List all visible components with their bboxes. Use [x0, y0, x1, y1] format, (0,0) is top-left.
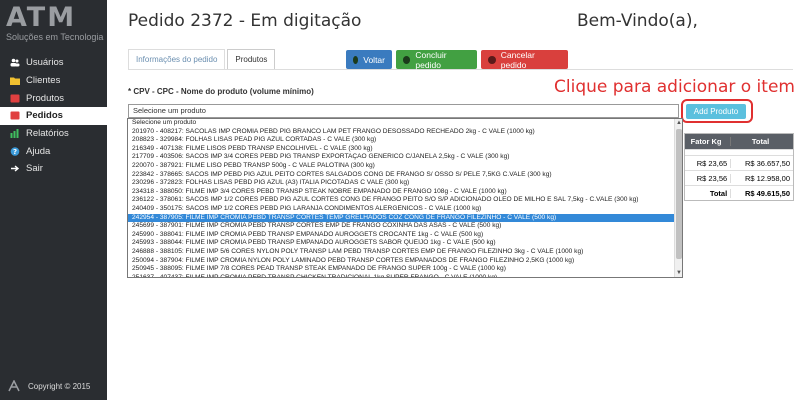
logout-icon	[10, 164, 20, 173]
sidebar-item-pedidos[interactable]: Pedidos	[0, 107, 107, 125]
copyright-text: Copyright © 2015	[28, 381, 91, 391]
dropdown-scrollbar[interactable]: ▲ ▼	[674, 119, 682, 277]
sidebar-item-ajuda[interactable]: ? Ajuda	[0, 142, 107, 160]
dropdown-option[interactable]: 208823 - 329984: FOLHAS LISAS PEAD PIG A…	[128, 136, 674, 145]
annotation-highlight: Add Produto	[681, 99, 753, 123]
sidebar-item-label: Relatórios	[26, 128, 69, 140]
product-dropdown-list[interactable]: Selecione um produto 201970 - 408217: SAC…	[127, 118, 683, 278]
sidebar-item-produtos[interactable]: Produtos	[0, 89, 107, 107]
page-title: Pedido 2372 - Em digitação	[128, 11, 362, 31]
total-label: Total	[709, 188, 728, 198]
brand-mark-icon	[8, 380, 20, 392]
dropdown-option[interactable]: 234318 - 388050: FILME IMP 3/4 CORES PEB…	[128, 188, 674, 197]
product-field-label: * CPV - CPC - Nome do produto (volume mí…	[128, 87, 314, 96]
annotation-hint: Clique para adicionar o item	[554, 77, 795, 97]
cell-fator: R$ 23,65	[696, 158, 728, 168]
cell-total: R$ 12.958,00	[730, 173, 793, 183]
dropdown-option[interactable]: 236122 - 378061: SACOS IMP 1/2 CORES PEB…	[128, 196, 674, 205]
logo-subtitle: Soluções em Tecnologia	[6, 32, 104, 42]
tabs: Informações do pedido Produtos	[128, 49, 277, 69]
welcome-text: Bem-Vindo(a),	[577, 11, 698, 31]
sidebar: ATM Soluções em Tecnologia Usuários Clie…	[0, 0, 107, 400]
dropdown-option[interactable]: 246888 - 388105: FILME IMP 5/6 CORES NYL…	[128, 248, 674, 257]
dropdown-option[interactable]: 251637 - 407437: FILME IMP CROMIA PEBD T…	[128, 274, 674, 277]
cart-icon	[10, 111, 20, 120]
scrollbar-thumb[interactable]	[676, 129, 682, 259]
dropdown-option[interactable]: 217709 - 403506: SACOS IMP 3/4 CORES PEB…	[128, 153, 674, 162]
totals-table: Fator Kg Total R$ 23,65 R$ 36.657,50 R$ …	[684, 133, 794, 201]
tab-produtos[interactable]: Produtos	[227, 49, 276, 69]
logo-text: ATM	[6, 2, 77, 33]
table-header: Fator Kg Total	[685, 134, 793, 149]
sidebar-item-usuarios[interactable]: Usuários	[0, 54, 107, 72]
dropdown-option[interactable]: 245699 - 387901: FILME IMP CROMIA PEBD T…	[128, 222, 674, 231]
dropdown-options: Selecione um produto 201970 - 408217: SAC…	[128, 119, 682, 277]
dropdown-option[interactable]: 201970 - 408217: SACOLAS IMP CROMIA PEBD…	[128, 128, 674, 137]
cancelar-label: Cancelar pedido	[500, 49, 535, 70]
svg-text:?: ?	[13, 148, 17, 156]
users-icon	[10, 58, 20, 67]
add-produto-button[interactable]: Add Produto	[686, 104, 746, 119]
dropdown-option[interactable]: 245993 - 388044: FILME IMP CROMIA PEBD T…	[128, 239, 674, 248]
product-select[interactable]: Selecione um produto	[128, 104, 679, 118]
back-icon	[353, 55, 359, 64]
dropdown-option[interactable]: 223842 - 378665: SACOS IMP PEBD PIG AZUL…	[128, 171, 674, 180]
header-total: Total	[730, 137, 793, 146]
dropdown-option[interactable]: 240409 - 350175: SACOS IMP 1/2 CORES PEB…	[128, 205, 674, 214]
dropdown-option[interactable]: 230296 - 372823: FOLHAS LISAS PEBD PIG A…	[128, 179, 674, 188]
concluir-label: Concluir pedido	[415, 49, 447, 70]
main-content: Pedido 2372 - Em digitação Bem-Vindo(a),…	[107, 0, 800, 400]
scroll-down-icon[interactable]: ▼	[676, 270, 682, 276]
dropdown-option[interactable]: 245990 - 388041: FILME IMP CROMIA PEBD T…	[128, 231, 674, 240]
dropdown-option[interactable]: 242954 - 387905: FILME IMP CROMIA PEBD T…	[128, 213, 674, 223]
check-icon	[403, 55, 411, 64]
sidebar-item-relatorios[interactable]: Relatórios	[0, 125, 107, 143]
voltar-button[interactable]: Voltar	[346, 50, 392, 69]
sidebar-item-label: Ajuda	[26, 145, 51, 157]
cancelar-pedido-button[interactable]: Cancelar pedido	[481, 49, 568, 70]
sidebar-nav: Usuários Clientes Produtos Pedidos Relat…	[0, 54, 107, 178]
cell-total: R$ 36.657,50	[730, 158, 793, 168]
sidebar-item-label: Clientes	[26, 75, 61, 87]
sidebar-item-sair[interactable]: Sair	[0, 160, 107, 178]
sidebar-item-clientes[interactable]: Clientes	[0, 72, 107, 90]
table-total-row: Total R$ 49.615,50	[685, 185, 793, 200]
total-value: R$ 49.615,50	[730, 188, 793, 198]
header-fator-kg: Fator Kg	[690, 137, 722, 146]
folder-icon	[10, 76, 20, 86]
sidebar-footer: Copyright © 2015	[8, 380, 90, 392]
logo: ATM Soluções em Tecnologia	[6, 2, 104, 44]
scroll-up-icon[interactable]: ▲	[676, 120, 682, 126]
help-icon: ?	[10, 146, 20, 156]
sidebar-item-label: Sair	[26, 163, 43, 175]
tab-informacoes-pedido[interactable]: Informações do pedido	[128, 49, 226, 69]
dropdown-option[interactable]: 216349 - 407138: FILME LISOS PEBD TRANSP…	[128, 145, 674, 154]
dropdown-option[interactable]: 220070 - 387921: FILME LISO PEBD TRANSP …	[128, 162, 674, 171]
dropdown-option[interactable]: Selecione um produto	[128, 119, 674, 128]
dropdown-option[interactable]: 250945 - 388095: FILME IMP 7/8 CORES PEA…	[128, 265, 674, 274]
sidebar-item-label: Usuários	[26, 57, 64, 69]
table-row: R$ 23,65 R$ 36.657,50	[685, 155, 793, 170]
table-row: R$ 23,56 R$ 12.958,00	[685, 170, 793, 185]
dropdown-option[interactable]: 250094 - 387904: FILME IMP CROMIA NYLON …	[128, 257, 674, 266]
cell-fator: R$ 23,56	[696, 173, 728, 183]
sidebar-item-label: Produtos	[26, 92, 65, 104]
box-icon	[10, 94, 20, 103]
voltar-label: Voltar	[363, 54, 385, 65]
sidebar-item-label: Pedidos	[26, 110, 63, 122]
bar-chart-icon	[10, 129, 20, 139]
concluir-pedido-button[interactable]: Concluir pedido	[396, 49, 477, 70]
cancel-icon	[488, 55, 496, 64]
